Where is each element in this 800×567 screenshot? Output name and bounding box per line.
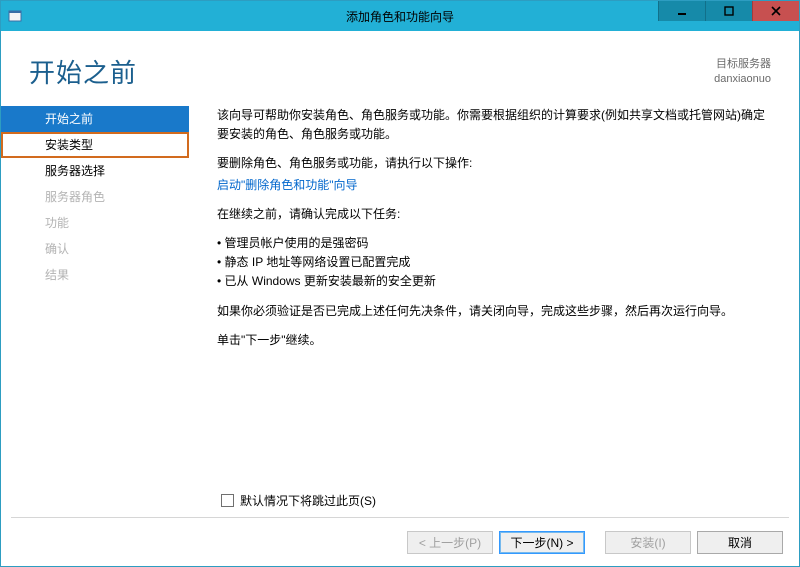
close-button[interactable] [752, 1, 799, 21]
content-pane: 该向导可帮助你安装角色、角色服务或功能。你需要根据组织的计算要求(例如共享文档或… [189, 100, 799, 492]
install-button: 安装(I) [605, 531, 691, 554]
sidebar-item-label: 服务器角色 [45, 190, 105, 204]
sidebar-item-label: 确认 [45, 242, 69, 256]
target-value: danxiaonuo [714, 72, 771, 87]
window-controls [658, 1, 799, 31]
remove-lead: 要删除角色、角色服务或功能，请执行以下操作: [217, 154, 771, 173]
next-button[interactable]: 下一步(N) > [499, 531, 585, 554]
prereq-list: 管理员帐户使用的是强密码 静态 IP 地址等网络设置已配置完成 已从 Windo… [217, 234, 771, 292]
skip-row: 默认情况下将跳过此页(S) [1, 492, 799, 517]
sidebar-item-before[interactable]: 开始之前 [1, 106, 189, 132]
remove-roles-link[interactable]: 启动"删除角色和功能"向导 [217, 178, 358, 192]
intro-text: 该向导可帮助你安装角色、角色服务或功能。你需要根据组织的计算要求(例如共享文档或… [217, 106, 771, 144]
cancel-button[interactable]: 取消 [697, 531, 783, 554]
continue-text: 单击"下一步"继续。 [217, 331, 771, 350]
sidebar-item-server-roles: 服务器角色 [1, 184, 189, 210]
minimize-button[interactable] [658, 1, 705, 21]
button-row: < 上一步(P) 下一步(N) > 安装(I) 取消 [1, 518, 799, 566]
title-bar: 添加角色和功能向导 [1, 1, 799, 31]
maximize-button[interactable] [705, 1, 752, 21]
sidebar: 开始之前 安装类型 服务器选择 服务器角色 功能 确认 结果 [1, 100, 189, 492]
skip-checkbox[interactable] [221, 494, 234, 507]
target-label: 目标服务器 [714, 57, 771, 72]
header-row: 开始之前 目标服务器 danxiaonuo [1, 31, 799, 100]
verify-text: 如果你必须验证是否已完成上述任何先决条件，请关闭向导，完成这些步骤，然后再次运行… [217, 302, 771, 321]
sidebar-item-install-type[interactable]: 安装类型 [1, 132, 189, 158]
prev-button: < 上一步(P) [407, 531, 493, 554]
sidebar-item-result: 结果 [1, 262, 189, 288]
prereq-item: 已从 Windows 更新安装最新的安全更新 [217, 272, 771, 291]
sidebar-item-label: 结果 [45, 268, 69, 282]
sidebar-item-features: 功能 [1, 210, 189, 236]
before-lead: 在继续之前，请确认完成以下任务: [217, 205, 771, 224]
sidebar-item-confirm: 确认 [1, 236, 189, 262]
sidebar-item-label: 功能 [45, 216, 69, 230]
app-icon [7, 8, 23, 24]
skip-label: 默认情况下将跳过此页(S) [240, 492, 376, 509]
wizard-window: 添加角色和功能向导 开始之前 目标服务器 danxiaonuo [0, 0, 800, 567]
prereq-item: 静态 IP 地址等网络设置已配置完成 [217, 253, 771, 272]
prereq-item: 管理员帐户使用的是强密码 [217, 234, 771, 253]
sidebar-item-label: 服务器选择 [45, 164, 105, 178]
page-title: 开始之前 [29, 53, 137, 90]
sidebar-item-label: 安装类型 [45, 138, 93, 152]
sidebar-item-server-select[interactable]: 服务器选择 [1, 158, 189, 184]
button-label: 下一步(N) > [510, 534, 573, 551]
body-row: 开始之前 安装类型 服务器选择 服务器角色 功能 确认 结果 该向导可帮助你安装… [1, 100, 799, 492]
target-info: 目标服务器 danxiaonuo [714, 53, 771, 88]
button-label: 取消 [728, 534, 752, 551]
client-area: 开始之前 目标服务器 danxiaonuo 开始之前 安装类型 服务器选择 服务… [1, 31, 799, 566]
button-label: < 上一步(P) [419, 534, 481, 551]
sidebar-item-label: 开始之前 [45, 112, 93, 126]
button-label: 安装(I) [630, 534, 665, 551]
